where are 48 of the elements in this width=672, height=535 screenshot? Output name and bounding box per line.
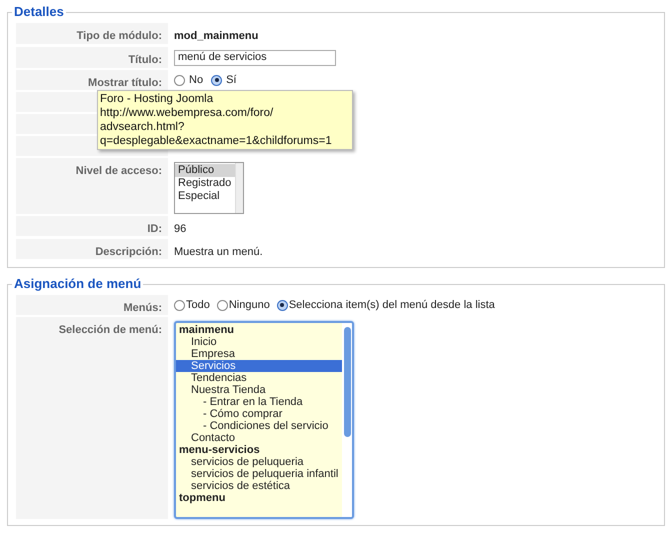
field-label: Tipo de módulo:: [76, 30, 162, 42]
field-label: Título:: [128, 54, 162, 66]
list-option[interactable]: Registrado: [175, 176, 235, 190]
radio-button[interactable]: [216, 300, 228, 310]
radio-label: Sí: [226, 74, 236, 86]
menu-list-item[interactable]: Servicios: [176, 360, 342, 372]
radio-button[interactable]: [174, 300, 185, 310]
radio-button[interactable]: [276, 300, 288, 310]
menu-list-item[interactable]: Inicio: [176, 336, 342, 348]
menu-list-item[interactable]: Nuestra Tienda: [176, 384, 342, 396]
radio-button[interactable]: [211, 74, 222, 86]
field-label: Mostrar título:: [88, 76, 162, 88]
menu-list-item[interactable]: - Cómo comprar: [176, 408, 342, 420]
list-option[interactable]: Especial: [175, 190, 235, 202]
field-value: Muestra un menú.: [174, 245, 263, 260]
menu-list-item[interactable]: - Condiciones del servicio: [176, 420, 342, 432]
menu-list-item[interactable]: Empresa: [176, 348, 342, 360]
radio-label: Todo: [186, 300, 210, 310]
radio-label: Ninguno: [228, 300, 270, 310]
menu-list-item[interactable]: servicios de estética: [176, 480, 342, 492]
section-legend: Asignación de menú: [12, 276, 144, 292]
list-box[interactable]: Público Registrado Especial: [174, 162, 244, 214]
menu-group-item[interactable]: mainmenu: [176, 324, 342, 336]
radio-label: Selecciona item(s) del menú desde la lista: [288, 300, 495, 310]
field-label: ID:: [147, 222, 162, 234]
tooltip-text: q=desplegable&exactname=1&childforums=1: [100, 134, 333, 148]
menu-list-item[interactable]: servicios de peluqueria: [176, 456, 342, 468]
tooltip-text: Foro - Hosting Joomla: [100, 92, 214, 106]
menu-list-item[interactable]: Contacto: [176, 432, 342, 444]
menu-list-item[interactable]: Tendencias: [176, 372, 342, 384]
tooltip-text: advsearch.html?: [100, 120, 186, 134]
field-label: Selección de menú:: [58, 324, 162, 336]
field-label: Nivel de acceso:: [76, 164, 162, 176]
radio-label: No: [189, 74, 204, 86]
menu-list-item[interactable]: - Entrar en la Tienda: [176, 396, 342, 408]
list-option[interactable]: Público: [175, 164, 235, 176]
radio-button[interactable]: [174, 74, 185, 86]
menu-list-box[interactable]: [174, 320, 354, 518]
scroll-bar[interactable]: [342, 322, 352, 516]
menu-list-item[interactable]: servicios de peluqueria infantil: [176, 468, 342, 480]
field-label: Menús:: [124, 302, 162, 314]
menu-group-item[interactable]: topmenu: [176, 492, 342, 504]
field-label: Descripción:: [95, 246, 162, 258]
menu-group-item[interactable]: menu-servicios: [176, 444, 342, 456]
text-input-field[interactable]: menú de servicios: [174, 50, 336, 66]
tooltip-text: http://www.webempresa.com/foro/: [100, 106, 274, 120]
field-value: 96: [174, 222, 186, 236]
field-value: mod_mainmenu: [174, 29, 258, 44]
